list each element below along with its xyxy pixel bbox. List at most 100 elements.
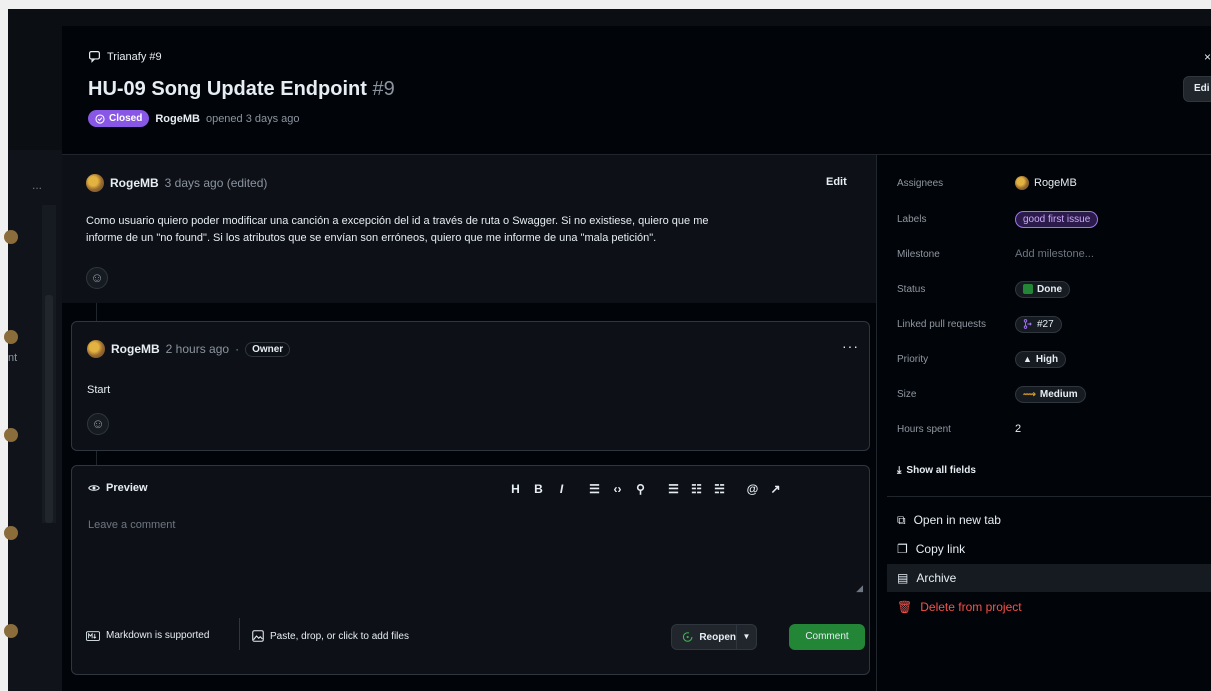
comment-header: RogeMB 2 hours ago · Owner (87, 340, 291, 358)
close-icon[interactable]: × (1204, 50, 1211, 64)
code-icon[interactable]: ‹› (606, 480, 629, 498)
assignee-value[interactable]: RogeMB (1015, 173, 1077, 193)
separator-dot: · (235, 342, 240, 356)
check-circle-icon (95, 113, 105, 124)
triangle-up-icon: ▲ (1023, 354, 1032, 364)
issue-meta: Closed RogeMB opened 3 days ago (88, 110, 300, 127)
archive-label: Archive (916, 571, 957, 585)
field-label-status: Status (897, 283, 926, 295)
owner-badge: Owner (245, 341, 291, 357)
edit-button[interactable]: Edit (826, 176, 847, 188)
tab-preview[interactable]: Preview (88, 482, 148, 494)
open-in-new-tab-button[interactable]: ⧉ Open in new tab (887, 506, 1211, 534)
link-icon[interactable]: ⚲ (629, 480, 652, 498)
reopen-icon (682, 632, 693, 642)
attach-files[interactable]: Paste, drop, or click to add files (252, 630, 409, 642)
comment-button[interactable]: Comment (789, 624, 865, 650)
task-list-icon[interactable]: ☵ (708, 480, 731, 498)
author-link[interactable]: RogeMB (155, 113, 200, 125)
comment-time[interactable]: 3 days ago (edited) (165, 176, 268, 190)
status-value[interactable]: Done (1015, 279, 1070, 299)
copy-icon: ❐ (897, 542, 908, 556)
show-all-fields-button[interactable]: ⤓ Show all fields (897, 465, 976, 476)
quote-icon[interactable]: ☰ (583, 480, 606, 498)
italic-icon[interactable]: I (550, 480, 573, 498)
issue-title: HU-09 Song Update Endpoint (88, 78, 367, 100)
priority-pill[interactable]: ▲ High (1015, 350, 1067, 368)
avatar[interactable] (86, 174, 104, 192)
size-icon: ⟿ (1023, 388, 1036, 399)
issue-side-panel: Trianafy #9 HU-09 Song Update Endpoint #… (62, 26, 1211, 691)
formatting-toolbar: H B I ☰ ‹› ⚲ ☰ ☷ ☵ @ ↗ (504, 480, 787, 498)
sidebar-divider (887, 496, 1211, 497)
delete-from-project-button[interactable]: 🗑 Delete from project (887, 593, 1211, 621)
background-column-menu: ... (32, 178, 43, 192)
field-label-labels: Labels (897, 213, 927, 225)
eye-icon (88, 485, 100, 491)
avatar[interactable] (87, 340, 105, 358)
heading-icon[interactable]: H (504, 480, 527, 498)
resize-handle-icon[interactable]: ◢ (856, 583, 863, 594)
linked-pr-value[interactable]: #27 (1015, 314, 1062, 334)
issue-icon (89, 51, 100, 63)
edit-title-button[interactable]: Edi (1183, 76, 1211, 102)
archive-button[interactable]: ▤ Archive (887, 564, 1211, 592)
copy-link-button[interactable]: ❐ Copy link (887, 535, 1211, 563)
size-value[interactable]: ⟿ Medium (1015, 384, 1086, 404)
copy-link-label: Copy link (915, 542, 966, 556)
avatar (1015, 176, 1029, 190)
background-scrollbar[interactable] (42, 205, 56, 523)
unfold-icon: ⤓ (897, 465, 902, 476)
open-in-new-tab-label: Open in new tab (913, 513, 1001, 527)
hours-value[interactable]: 2 (1015, 419, 1021, 439)
comment-line: informe de un "no found". Si los atribut… (86, 232, 657, 244)
comment-menu-button[interactable]: ··· (842, 338, 859, 354)
background-text: nt (8, 352, 18, 364)
status-pill[interactable]: Done (1015, 280, 1070, 298)
add-reaction-button[interactable]: ☺ (86, 267, 108, 289)
assignee-name: RogeMB (1034, 177, 1077, 189)
bullet-list-icon[interactable]: ☰ (662, 480, 685, 498)
linked-pr-pill[interactable]: #27 (1015, 315, 1062, 333)
smiley-icon: ☺ (91, 416, 105, 431)
background-avatar (4, 330, 18, 344)
comment-time[interactable]: 2 hours ago (166, 342, 229, 356)
size-pill[interactable]: ⟿ Medium (1015, 385, 1086, 403)
repo-name: Trianafy #9 (107, 50, 162, 63)
comment-author[interactable]: RogeMB (110, 176, 159, 190)
footer-divider (239, 618, 240, 650)
comment-author[interactable]: RogeMB (111, 342, 160, 356)
comment-textarea[interactable]: Leave a comment ◢ (72, 506, 869, 598)
priority-pill-label: High (1035, 353, 1059, 365)
reopen-button[interactable]: Reopen ▼ (671, 624, 757, 650)
milestone-value[interactable]: Add milestone... (1015, 244, 1094, 264)
issue-sidebar: Assignees RogeMB Labels good first issue… (876, 155, 1211, 691)
reopen-main[interactable]: Reopen (672, 631, 736, 643)
status-pill-label: Done (1037, 283, 1062, 295)
issue-header: Trianafy #9 HU-09 Song Update Endpoint #… (62, 26, 1211, 154)
issue-main: RogeMB 3 days ago (edited) Edit Como usu… (62, 155, 876, 691)
background-avatar (4, 526, 18, 540)
markdown-note[interactable]: Markdown is supported (86, 630, 209, 641)
composer-tabs: Preview H B I ☰ ‹› ⚲ ☰ ☷ ☵ @ ↗ (72, 466, 869, 506)
pull-request-icon (1023, 319, 1032, 329)
chevron-down-icon[interactable]: ▼ (736, 625, 756, 649)
reference-icon[interactable]: ↗ (764, 480, 787, 498)
background-avatar (4, 230, 18, 244)
priority-value[interactable]: ▲ High (1015, 349, 1067, 369)
issue-number: #9 (372, 78, 395, 100)
background-avatar (4, 428, 18, 442)
archive-icon: ▤ (897, 571, 909, 585)
check-box-icon (1023, 284, 1033, 294)
scrollbar-thumb[interactable] (45, 295, 53, 523)
repo-reference[interactable]: Trianafy #9 (88, 50, 162, 63)
numbered-list-icon[interactable]: ☷ (685, 480, 708, 498)
labels-value[interactable]: good first issue (1015, 209, 1099, 229)
window-top-strip (0, 0, 1211, 9)
add-reaction-button[interactable]: ☺ (87, 413, 109, 435)
label-badge[interactable]: good first issue (1015, 210, 1099, 228)
bold-icon[interactable]: B (527, 480, 550, 498)
show-all-fields-label: Show all fields (906, 465, 976, 476)
delete-label: Delete from project (920, 600, 1022, 614)
mention-icon[interactable]: @ (741, 480, 764, 498)
